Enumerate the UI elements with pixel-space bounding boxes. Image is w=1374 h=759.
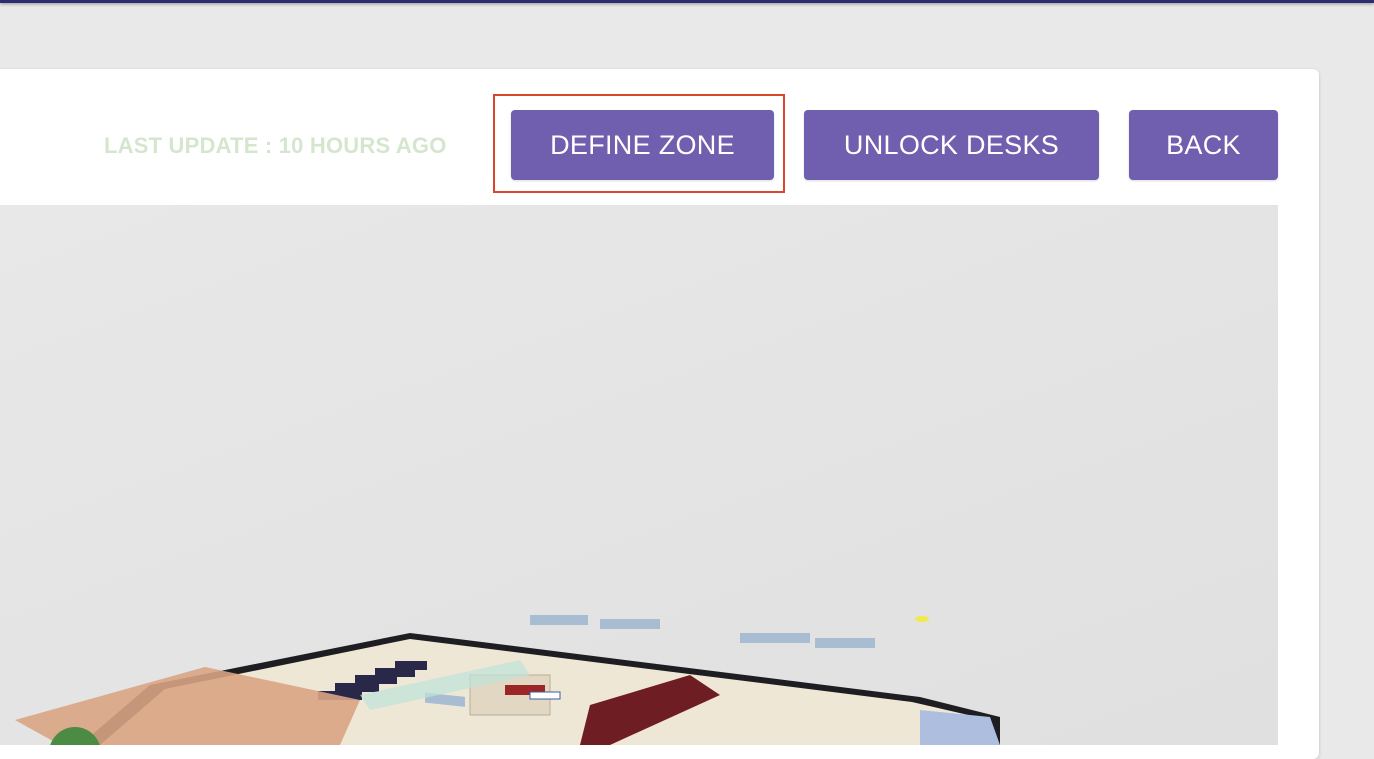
marker-dot <box>915 616 929 622</box>
last-update-status: LAST UPDATE : 10 HOURS AGO <box>104 133 447 158</box>
floor-plan-model <box>15 615 1000 745</box>
screen <box>529 691 561 700</box>
top-bar <box>0 0 1374 3</box>
unlock-desks-button[interactable]: UNLOCK DESKS <box>804 110 1099 180</box>
define-zone-button[interactable]: DEFINE ZONE <box>511 110 774 180</box>
floor-plan-3d-viewport[interactable] <box>0 205 1278 745</box>
back-button[interactable]: BACK <box>1129 110 1278 180</box>
